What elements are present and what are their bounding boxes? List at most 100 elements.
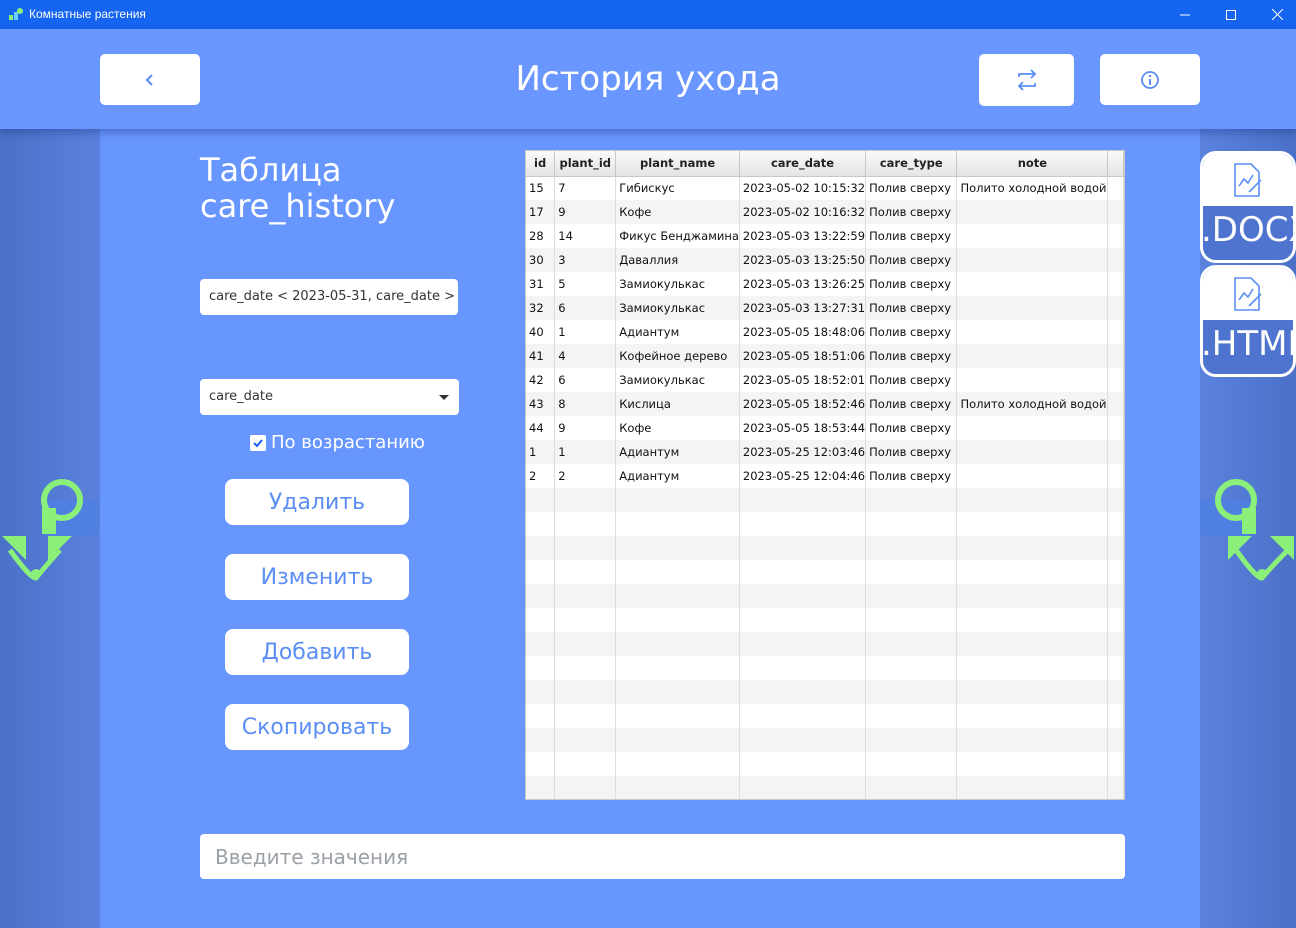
- table-cell: 2: [526, 464, 556, 488]
- table-cell: [615, 488, 740, 512]
- table-cell: [865, 608, 958, 632]
- table-cell: [956, 464, 1109, 488]
- table-cell: [865, 512, 958, 536]
- table-row[interactable]: 43 8 Кислица 2023-05-05 18:52:46 Полив сверх…: [526, 392, 1124, 416]
- table-cell: [615, 704, 740, 728]
- table-row[interactable]: 32 6 Замиокулькас 2023-05-03 13:27:31 Полив …: [526, 296, 1124, 320]
- table-row[interactable]: [526, 728, 1124, 752]
- table-cell: [615, 776, 740, 799]
- table-row[interactable]: 28 14 Фикус Бенджамина 2023-05-03 13:22:59 П…: [526, 224, 1124, 248]
- filter-input[interactable]: care_date < 2023-05-31, care_date > 2: [200, 279, 458, 315]
- table-cell: 2023-05-05 18:48:06: [739, 320, 867, 344]
- table-cell: Полив сверху: [865, 416, 958, 440]
- table-cell: [1107, 368, 1124, 392]
- values-input[interactable]: Введите значения: [200, 834, 1125, 879]
- table-cell: [554, 584, 617, 608]
- table-cell: Кофейное дерево: [615, 344, 740, 368]
- table-cell: [956, 224, 1109, 248]
- plant-logo-icon: [2, 479, 99, 581]
- table-cell: [956, 632, 1109, 656]
- table-row[interactable]: [526, 752, 1124, 776]
- table-cell: Кофе: [615, 200, 740, 224]
- table-row[interactable]: 1 1 Адиантум 2023-05-25 12:03:46 Полив сверх…: [526, 440, 1124, 464]
- column-header-care_type[interactable]: care_type: [865, 151, 958, 177]
- table-row[interactable]: [526, 608, 1124, 632]
- table-cell: 28: [526, 224, 556, 248]
- column-header-note[interactable]: note: [956, 151, 1109, 177]
- table-cell: [554, 560, 617, 584]
- table-cell: 14: [554, 224, 617, 248]
- table-cell: Кислица: [615, 392, 740, 416]
- table-row[interactable]: [526, 560, 1124, 584]
- ascending-checkbox[interactable]: По возрастанию: [250, 432, 425, 453]
- maximize-button[interactable]: [1208, 0, 1254, 29]
- column-header-care_date[interactable]: care_date: [739, 151, 867, 177]
- table-cell: [1107, 512, 1124, 536]
- column-header-plant_id[interactable]: plant_id: [554, 151, 617, 177]
- checkbox-checked-icon[interactable]: [250, 434, 266, 451]
- table-cell: [554, 776, 617, 799]
- column-header-id[interactable]: id: [526, 151, 556, 177]
- ascending-label: По возрастанию: [271, 432, 425, 453]
- table-cell: [554, 680, 617, 704]
- table-cell: 2: [554, 464, 617, 488]
- table-row[interactable]: [526, 512, 1124, 536]
- table-row[interactable]: [526, 632, 1124, 656]
- table-cell: 9: [554, 416, 617, 440]
- table-cell: [739, 728, 867, 752]
- table-cell: [956, 536, 1109, 560]
- table-row[interactable]: [526, 704, 1124, 728]
- table-cell: Замиокулькас: [615, 368, 740, 392]
- table-row[interactable]: 41 4 Кофейное дерево 2023-05-05 18:51:06 Пол…: [526, 344, 1124, 368]
- care-history-table[interactable]: id plant_id plant_name care_date care_type no…: [525, 150, 1125, 800]
- edit-button[interactable]: Изменить: [225, 554, 409, 600]
- table-cell: Адиантум: [615, 320, 740, 344]
- table-cell: Полив сверху: [865, 176, 958, 200]
- table-cell: [739, 776, 867, 799]
- table-row[interactable]: 31 5 Замиокулькас 2023-05-03 13:26:25 Полив …: [526, 272, 1124, 296]
- table-cell: [956, 272, 1109, 296]
- table-row[interactable]: [526, 656, 1124, 680]
- table-cell: [956, 560, 1109, 584]
- table-cell: 2023-05-05 18:53:44: [739, 416, 867, 440]
- export-docx-button[interactable]: .DOCX: [1200, 151, 1296, 263]
- info-button[interactable]: [1100, 54, 1200, 105]
- table-cell: Полито холодной водой: [956, 392, 1109, 416]
- table-cell: [1107, 176, 1124, 200]
- table-row[interactable]: [526, 536, 1124, 560]
- table-cell: [739, 488, 867, 512]
- table-row[interactable]: 42 6 Замиокулькас 2023-05-05 18:52:01 Полив …: [526, 368, 1124, 392]
- table-cell: [615, 728, 740, 752]
- refresh-button[interactable]: [979, 54, 1074, 106]
- table-cell: [865, 632, 958, 656]
- table-row[interactable]: 17 9 Кофе 2023-05-02 10:16:32 Полив сверху: [526, 200, 1124, 224]
- table-row[interactable]: 15 7 Гибискус 2023-05-02 10:15:32 Полив свер…: [526, 176, 1124, 200]
- table-cell: [956, 656, 1109, 680]
- table-cell: [1107, 200, 1124, 224]
- minimize-button[interactable]: [1162, 0, 1208, 29]
- table-cell: 8: [554, 392, 617, 416]
- table-cell: 1: [554, 440, 617, 464]
- table-row[interactable]: 2 2 Адиантум 2023-05-25 12:04:46 Полив сверх…: [526, 464, 1124, 488]
- table-row[interactable]: 30 3 Даваллия 2023-05-03 13:25:50 Полив свер…: [526, 248, 1124, 272]
- table-row[interactable]: 40 1 Адиантум 2023-05-05 18:48:06 Полив свер…: [526, 320, 1124, 344]
- table-row[interactable]: [526, 584, 1124, 608]
- delete-button[interactable]: Удалить: [225, 479, 409, 525]
- add-button[interactable]: Добавить: [225, 629, 409, 675]
- table-cell: [526, 704, 556, 728]
- column-header-plant_name[interactable]: plant_name: [615, 151, 740, 177]
- table-cell: [739, 512, 867, 536]
- table-row[interactable]: [526, 680, 1124, 704]
- close-button[interactable]: [1254, 0, 1296, 29]
- window-title: Комнатные растения: [29, 7, 146, 21]
- table-row[interactable]: 44 9 Кофе 2023-05-05 18:53:44 Полив сверху: [526, 416, 1124, 440]
- table-cell: [865, 776, 958, 799]
- copy-button[interactable]: Скопировать: [225, 704, 409, 750]
- table-row[interactable]: [526, 776, 1124, 799]
- sort-field-select[interactable]: care_date: [200, 379, 459, 415]
- table-row[interactable]: [526, 488, 1124, 512]
- table-cell: [1107, 320, 1124, 344]
- table-cell: [956, 704, 1109, 728]
- export-html-button[interactable]: .HTML: [1200, 265, 1296, 377]
- table-cell: [956, 512, 1109, 536]
